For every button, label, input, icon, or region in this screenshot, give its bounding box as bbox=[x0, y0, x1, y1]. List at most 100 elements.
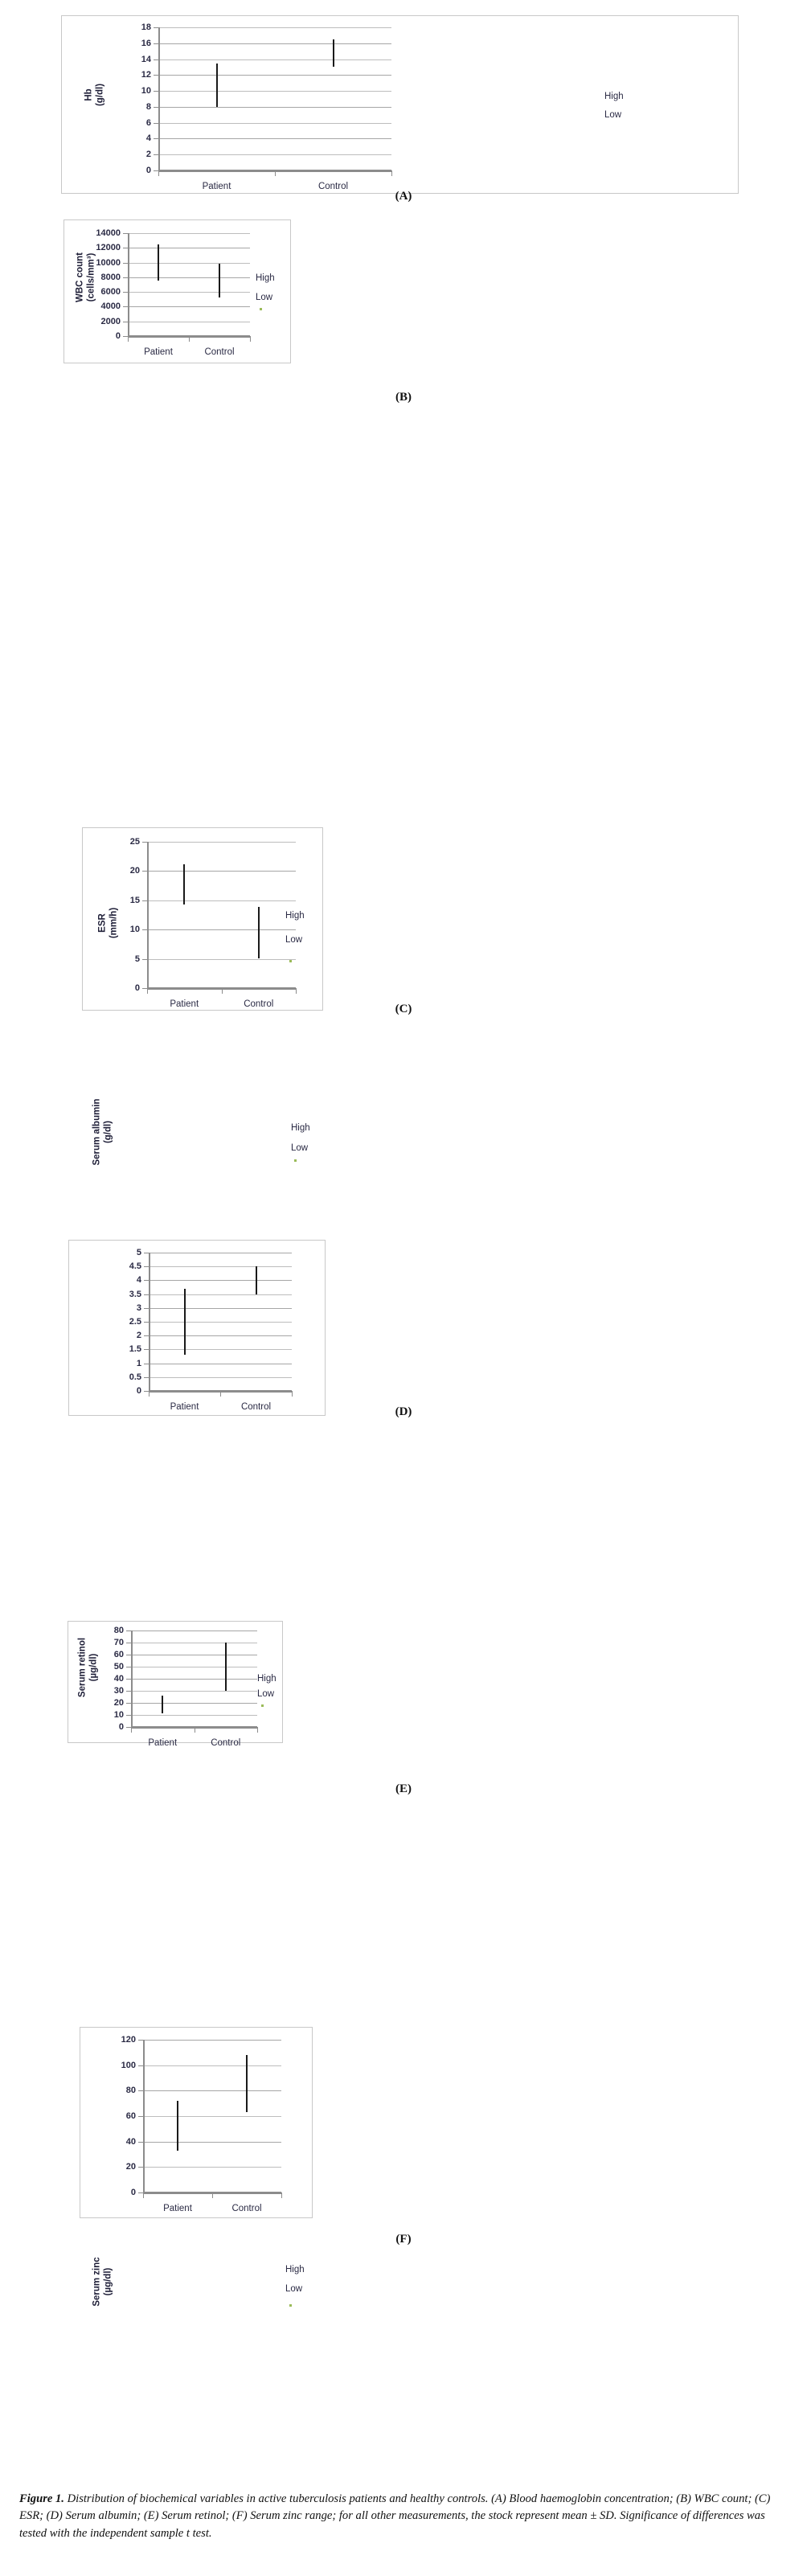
x-axis bbox=[158, 170, 391, 171]
x-category-label: Patient bbox=[163, 2204, 192, 2213]
y-tick-label: 4000 bbox=[100, 301, 121, 312]
y-axis-title-line: (µg/dl) bbox=[104, 2267, 113, 2296]
y-tick-label: 8 bbox=[145, 101, 151, 112]
y-tick-label: 6000 bbox=[100, 287, 121, 297]
y-axis bbox=[147, 842, 149, 988]
y-tick-label: 6 bbox=[145, 117, 151, 128]
y-tick-label: 15 bbox=[129, 895, 140, 905]
y-tick-label: 80 bbox=[125, 2086, 136, 2096]
x-tick bbox=[143, 2192, 144, 2198]
y-tick-label: 8000 bbox=[100, 272, 121, 282]
gridline bbox=[131, 1691, 257, 1692]
plot-area-e: 0 10 20 30 40 50 60 70 80 Patient Control bbox=[114, 1626, 258, 1748]
y-tick-label: 10000 bbox=[96, 257, 121, 268]
legend-entry-low: Low bbox=[604, 110, 622, 120]
stock-range-bar bbox=[219, 264, 220, 297]
x-tick bbox=[296, 988, 297, 994]
y-tick-label: 5 bbox=[134, 954, 140, 964]
gridline bbox=[149, 1266, 292, 1268]
gridline bbox=[158, 138, 391, 140]
y-tick-label: 0 bbox=[130, 2188, 136, 2197]
legend-marker-dot bbox=[261, 1704, 264, 1707]
y-tick-label: 60 bbox=[113, 1650, 124, 1659]
gridline bbox=[143, 2040, 281, 2041]
y-tick-label: 20 bbox=[113, 1698, 124, 1708]
stock-range-bar bbox=[246, 2055, 248, 2113]
y-tick-label: 3.5 bbox=[129, 1289, 141, 1299]
y-tick-label: 2 bbox=[145, 150, 151, 160]
plot-area-a: 0 2 4 6 8 10 12 14 16 18 Patient Control bbox=[141, 23, 392, 191]
gridline bbox=[131, 1679, 257, 1680]
stock-range-bar bbox=[257, 906, 260, 958]
panel-letter-b: (B) bbox=[395, 391, 412, 404]
x-tick bbox=[281, 2192, 282, 2198]
gridline bbox=[149, 1335, 292, 1337]
legend-entry-high: High bbox=[256, 273, 275, 283]
x-axis bbox=[128, 335, 250, 337]
y-axis-title-line: Serum albumin bbox=[92, 1098, 102, 1166]
x-tick bbox=[221, 988, 223, 994]
stock-range-bar bbox=[255, 1266, 257, 1294]
x-tick bbox=[391, 170, 392, 176]
legend-entry-low: Low bbox=[257, 1689, 275, 1699]
gridline bbox=[158, 59, 391, 60]
plot-area-f: 0 20 40 60 80 100 120 Patient Control bbox=[121, 2035, 282, 2213]
gridline bbox=[147, 929, 296, 931]
legend-marker-dot bbox=[289, 960, 292, 962]
legend-marker-dot bbox=[289, 2304, 292, 2307]
x-axis bbox=[149, 1390, 292, 1392]
y-tick-label: 14000 bbox=[96, 228, 121, 238]
y-axis-title-line: Serum zinc bbox=[92, 2257, 102, 2307]
gridline bbox=[143, 2141, 281, 2143]
y-tick-label: 0 bbox=[136, 1386, 141, 1396]
y-axis-title-line: WBC count bbox=[75, 252, 85, 302]
x-tick bbox=[292, 1391, 293, 1397]
y-axis-title-b: WBC count (cells/mm³) bbox=[75, 252, 98, 302]
stock-range-bar bbox=[215, 63, 218, 107]
x-category-label: Control bbox=[231, 2204, 262, 2213]
gridline bbox=[143, 2116, 281, 2117]
x-category-label: Control bbox=[211, 1738, 241, 1748]
x-axis bbox=[131, 1726, 257, 1728]
stock-range-bar bbox=[158, 244, 159, 281]
gridline bbox=[147, 958, 296, 960]
x-tick bbox=[149, 1391, 150, 1397]
y-tick-label: 2.5 bbox=[129, 1317, 141, 1327]
y-tick-label: 14 bbox=[141, 54, 151, 64]
y-tick-label: 0 bbox=[118, 1722, 124, 1732]
gridline bbox=[128, 262, 250, 264]
y-axis-title-e: Serum retinol (µg/dl) bbox=[77, 1638, 100, 1697]
y-tick-label: 4.5 bbox=[129, 1261, 141, 1272]
x-category-label: Control bbox=[204, 347, 235, 357]
gridline bbox=[147, 871, 296, 872]
y-axis-title-f: Serum zinc (µg/dl) bbox=[92, 2257, 115, 2306]
y-axis bbox=[149, 1253, 150, 1391]
y-tick-label: 80 bbox=[113, 1626, 124, 1635]
legend-entry-high: High bbox=[285, 911, 305, 921]
x-category-label: Patient bbox=[144, 347, 173, 357]
y-tick-label: 40 bbox=[113, 1674, 124, 1684]
y-axis-title-line: (cells/mm³) bbox=[87, 252, 96, 302]
y-axis-title-line: Hb bbox=[84, 88, 94, 101]
panel-letter-f: (F) bbox=[395, 2233, 412, 2246]
gridline bbox=[149, 1280, 292, 1282]
y-axis-title-d: Serum albumin (g/dl) bbox=[92, 1098, 115, 1165]
y-tick-label: 20 bbox=[129, 866, 140, 876]
gridline bbox=[149, 1322, 292, 1323]
gridline bbox=[143, 2167, 281, 2168]
x-tick bbox=[128, 336, 129, 342]
y-axis-title-a: Hb (g/dl) bbox=[84, 84, 107, 106]
gridline bbox=[147, 842, 296, 843]
y-tick-label: 0 bbox=[134, 983, 140, 993]
stock-range-bar bbox=[183, 863, 186, 904]
y-tick-label: 5 bbox=[136, 1248, 141, 1257]
y-tick-label: 4 bbox=[136, 1275, 141, 1286]
legend-entry-high: High bbox=[285, 2265, 305, 2275]
x-category-label: Patient bbox=[148, 1738, 178, 1748]
panel-letter-a: (A) bbox=[395, 190, 412, 203]
y-tick-label: 1 bbox=[136, 1358, 141, 1368]
x-tick bbox=[131, 1727, 132, 1733]
gridline bbox=[143, 2065, 281, 2066]
y-axis-title-line: ESR bbox=[97, 913, 108, 933]
gridline bbox=[149, 1349, 292, 1351]
